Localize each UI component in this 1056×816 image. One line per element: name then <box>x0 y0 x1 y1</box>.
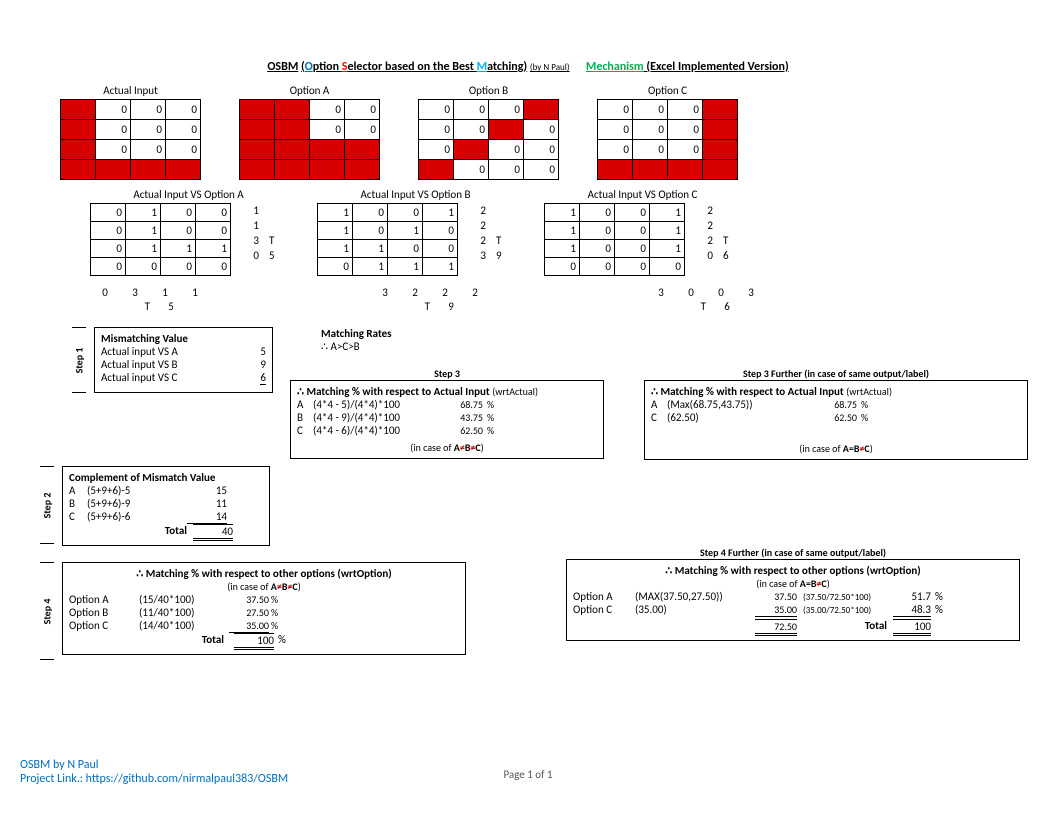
matrix-b: 0001001001001000 <box>418 99 559 180</box>
step2-label: Step 2 <box>41 492 54 518</box>
title-acronym: OSBM <box>267 60 298 74</box>
step4f-box: ∴ Matching % with respect to other optio… <box>566 559 1020 641</box>
vs-matrices: Actual Input VS Option A 010001000111000… <box>90 188 1036 276</box>
page-number: Page 1 of 1 <box>0 768 1056 781</box>
input-matrices: Actual Input1000100010001111 Option A110… <box>60 84 1036 180</box>
step4-box: ∴ Matching % with respect to other optio… <box>62 562 466 655</box>
vs-grid-c: 1001100110010000 <box>544 203 685 276</box>
vs-grid-a: 0100010001110000 <box>90 203 231 276</box>
vs-grid-b: 1001101011000111 <box>317 203 458 276</box>
page-title: OSBM (Option Selector based on the Best … <box>20 60 1036 74</box>
matrix-actual: 1000100010001111 <box>60 99 201 180</box>
complement-box: Complement of Mismatch Value A(5+9+6)-51… <box>62 466 270 546</box>
matrix-c: 0001000100011111 <box>597 99 738 180</box>
step4-label: Step 4 <box>41 598 54 624</box>
step3f-box: ∴ Matching % with respect to Actual Inpu… <box>644 380 1028 460</box>
step3-box: ∴ Matching % with respect to Actual Inpu… <box>290 380 604 459</box>
mismatch-box: Mismatching Value Actual input VS A5 Act… <box>94 327 273 393</box>
matrix-a: 1100110011111111 <box>239 99 380 180</box>
step1-label: Step 1 <box>73 347 86 373</box>
